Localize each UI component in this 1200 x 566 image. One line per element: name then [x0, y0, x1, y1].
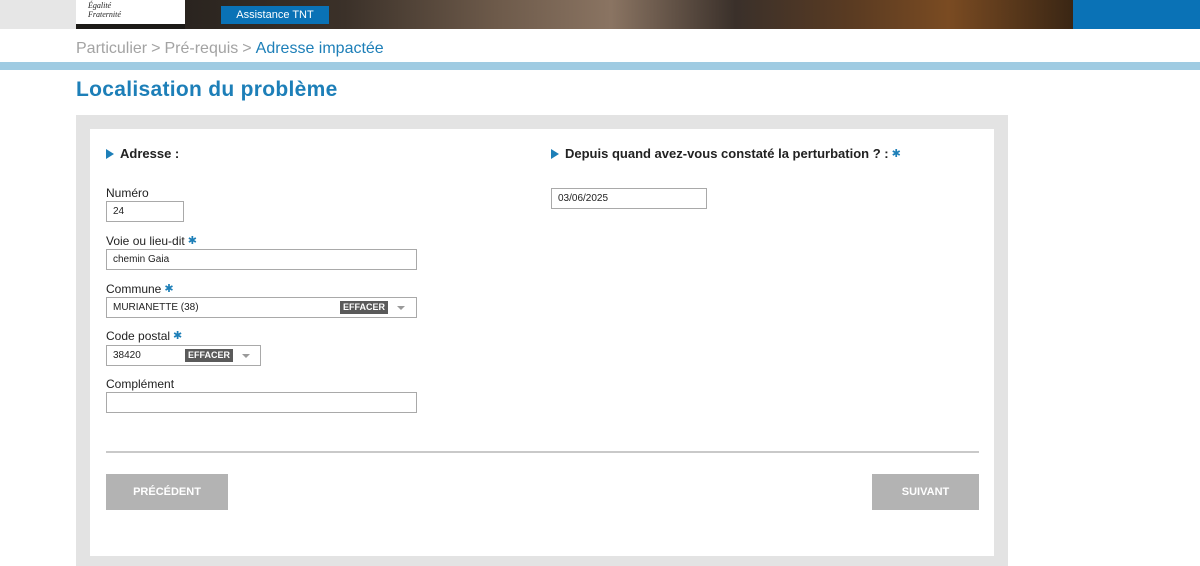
commune-value: MURIANETTE (38)	[113, 302, 199, 313]
numero-label: Numéro	[106, 186, 149, 200]
chevron-down-icon[interactable]	[397, 306, 405, 310]
commune-label: Commune ✱	[106, 282, 174, 296]
breadcrumb-underline	[0, 62, 1200, 70]
voie-label: Voie ou lieu-dit ✱	[106, 234, 197, 248]
triangle-bullet-icon	[551, 149, 559, 159]
assistance-tnt-tab[interactable]: Assistance TNT	[221, 6, 329, 24]
voie-input[interactable]	[106, 249, 417, 270]
required-asterisk-icon: ✱	[173, 330, 183, 342]
commune-label-text: Commune	[106, 282, 162, 296]
banner-right-area	[1073, 0, 1200, 29]
triangle-bullet-icon	[106, 149, 114, 159]
complement-label: Complément	[106, 377, 175, 391]
page-title: Localisation du problème	[76, 78, 338, 101]
commune-clear-button[interactable]: EFFACER	[340, 301, 389, 314]
next-button[interactable]: SUIVANT	[872, 474, 979, 510]
breadcrumb-separator: >	[151, 40, 161, 57]
numero-input[interactable]	[106, 201, 184, 222]
required-asterisk-icon: ✱	[187, 235, 197, 247]
address-heading-text: Adresse :	[120, 146, 180, 161]
banner-left-area	[0, 0, 76, 29]
code-postal-label: Code postal ✱	[106, 329, 182, 343]
date-heading-text: Depuis quand avez-vous constaté la pertu…	[565, 146, 889, 161]
breadcrumb-item-particulier[interactable]: Particulier	[76, 40, 147, 57]
breadcrumb-item-current: Adresse impactée	[255, 40, 384, 57]
perturbation-date-input[interactable]	[551, 188, 707, 209]
form-divider	[106, 451, 979, 453]
complement-input[interactable]	[106, 392, 417, 413]
code-postal-select[interactable]: 38420 EFFACER	[106, 345, 261, 366]
previous-button[interactable]: PRÉCÉDENT	[106, 474, 228, 510]
code-postal-value: 38420	[113, 350, 141, 361]
government-logo[interactable]: Égalité Fraternité	[76, 0, 185, 24]
address-section-heading: Adresse :	[106, 146, 179, 161]
breadcrumb-separator: >	[242, 40, 252, 57]
code-postal-clear-button[interactable]: EFFACER	[185, 349, 234, 362]
voie-label-text: Voie ou lieu-dit	[106, 234, 185, 248]
required-asterisk-icon: ✱	[164, 283, 174, 295]
required-asterisk-icon: ✱	[891, 148, 901, 160]
code-postal-label-text: Code postal	[106, 329, 171, 343]
breadcrumb-item-prerequis[interactable]: Pré-requis	[164, 40, 238, 57]
breadcrumb: Particulier > Pré-requis > Adresse impactée	[76, 40, 384, 58]
commune-select[interactable]: MURIANETTE (38) EFFACER	[106, 297, 417, 318]
logo-motto: Égalité Fraternité	[88, 1, 121, 19]
date-section-heading: Depuis quand avez-vous constaté la pertu…	[551, 146, 901, 161]
chevron-down-icon[interactable]	[242, 354, 250, 358]
